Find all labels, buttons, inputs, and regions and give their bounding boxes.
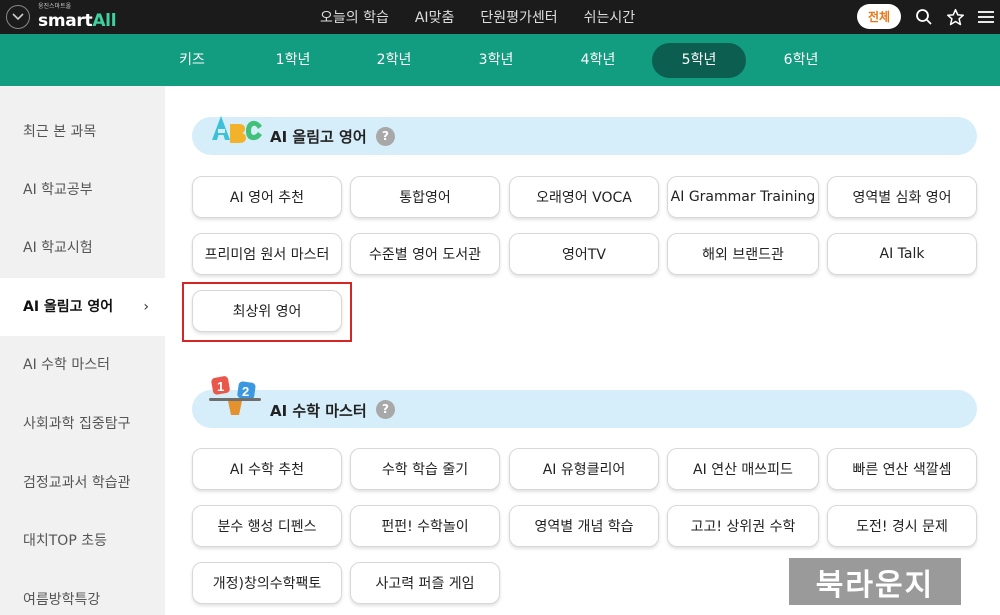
- math-section-title: AI 수학 마스터: [270, 402, 367, 420]
- math-button-concept[interactable]: 영역별 개념 학습: [509, 505, 659, 547]
- math-button-color-calc[interactable]: 빠른 연산 색깔셈: [827, 448, 977, 490]
- sidebar: 최근 본 과목 AI 학교공부 AI 학교시험 AI 올림고 영어 › AI 수…: [0, 86, 165, 615]
- svg-text:2: 2: [242, 384, 249, 399]
- nav-break-time[interactable]: 쉬는시간: [584, 7, 636, 27]
- highlight-box: [182, 282, 352, 342]
- sidebar-item-ai-school-exam[interactable]: AI 학교시험: [0, 219, 165, 277]
- chevron-down-icon[interactable]: [6, 5, 30, 29]
- tab-grade-5[interactable]: 5학년: [652, 43, 746, 78]
- sidebar-item-summer-special[interactable]: 여름방학특강: [0, 571, 165, 615]
- menu-icon[interactable]: [975, 6, 997, 28]
- sidebar-item-social-science[interactable]: 사회과학 집중탐구: [0, 395, 165, 453]
- sidebar-item-textbook[interactable]: 검정교과서 학습관: [0, 454, 165, 512]
- help-icon[interactable]: ?: [376, 127, 395, 146]
- math-button-ai-recommend[interactable]: AI 수학 추천: [192, 448, 342, 490]
- math-button-type-clear[interactable]: AI 유형클리어: [509, 448, 659, 490]
- tab-grade-2[interactable]: 2학년: [363, 43, 425, 78]
- logo-text-main: smart: [38, 11, 93, 31]
- english-button-ai-recommend[interactable]: AI 영어 추천: [192, 176, 342, 218]
- svg-text:1: 1: [217, 379, 224, 394]
- tab-kids[interactable]: 키즈: [162, 43, 222, 78]
- english-button-integrated[interactable]: 통합영어: [350, 176, 500, 218]
- english-section-title: AI 올림고 영어: [270, 128, 367, 146]
- sidebar-item-ai-english[interactable]: AI 올림고 영어 ›: [0, 278, 165, 336]
- star-icon[interactable]: [944, 6, 966, 28]
- english-button-ai-talk[interactable]: AI Talk: [827, 233, 977, 275]
- watermark: 북라운지: [789, 558, 961, 605]
- english-button-premium-books[interactable]: 프리미엄 원서 마스터: [192, 233, 342, 275]
- sidebar-item-recent[interactable]: 최근 본 과목: [0, 103, 165, 161]
- sidebar-item-ai-math[interactable]: AI 수학 마스터: [0, 336, 165, 394]
- logo-subtitle: 웅진스마트올: [38, 3, 72, 10]
- english-button-grammar[interactable]: AI Grammar Training: [667, 176, 819, 218]
- nav-today-learning[interactable]: 오늘의 학습: [320, 7, 389, 27]
- math-button-learning-stem[interactable]: 수학 학습 줄기: [350, 448, 500, 490]
- english-button-overseas-brands[interactable]: 해외 브랜드관: [667, 233, 819, 275]
- logo-text-accent: All: [92, 11, 117, 31]
- english-button-library[interactable]: 수준별 영어 도서관: [350, 233, 500, 275]
- sidebar-item-daechi-top[interactable]: 대치TOP 초등: [0, 512, 165, 570]
- nav-ai-custom[interactable]: AI맞춤: [415, 7, 454, 27]
- tab-grade-1[interactable]: 1학년: [262, 43, 324, 78]
- number-blocks-icon: 1 2: [206, 373, 264, 419]
- math-button-top-math[interactable]: 고고! 상위권 수학: [667, 505, 819, 547]
- english-button-advanced[interactable]: 영역별 심화 영어: [827, 176, 977, 218]
- english-button-voca[interactable]: 오래영어 VOCA: [509, 176, 659, 218]
- english-button-tv[interactable]: 영어TV: [509, 233, 659, 275]
- math-button-mathfeed[interactable]: AI 연산 매쓰피드: [667, 448, 819, 490]
- abc-icon: [208, 110, 264, 150]
- math-button-competition[interactable]: 도전! 경시 문제: [827, 505, 977, 547]
- logo-text: smartAll: [38, 11, 117, 31]
- math-button-puzzle-game[interactable]: 사고력 퍼즐 게임: [350, 562, 500, 604]
- top-bar: 웅진스마트올 smartAll 오늘의 학습 AI맞춤 단원평가센터 쉬는시간 …: [0, 0, 1000, 34]
- tab-grade-4[interactable]: 4학년: [567, 43, 629, 78]
- grade-tabs: 키즈 1학년 2학년 3학년 4학년 5학년 6학년: [0, 34, 1000, 86]
- tab-grade-3[interactable]: 3학년: [465, 43, 527, 78]
- tab-grade-6[interactable]: 6학년: [770, 43, 832, 78]
- math-button-factor[interactable]: 개정)창의수학팩토: [192, 562, 342, 604]
- nav-unit-test-center[interactable]: 단원평가센터: [480, 7, 557, 27]
- all-button[interactable]: 전체: [857, 4, 901, 29]
- logo[interactable]: 웅진스마트올 smartAll: [38, 3, 117, 31]
- help-icon[interactable]: ?: [376, 400, 395, 419]
- math-button-fraction-defense[interactable]: 분수 행성 디펜스: [192, 505, 342, 547]
- top-nav: 오늘의 학습 AI맞춤 단원평가센터 쉬는시간: [320, 0, 661, 34]
- math-button-fun-play[interactable]: 펀펀! 수학놀이: [350, 505, 500, 547]
- sidebar-item-ai-school-study[interactable]: AI 학교공부: [0, 161, 165, 219]
- chevron-right-icon: ›: [143, 299, 149, 315]
- sidebar-item-label: AI 올림고 영어: [23, 299, 114, 315]
- search-icon[interactable]: [913, 6, 935, 28]
